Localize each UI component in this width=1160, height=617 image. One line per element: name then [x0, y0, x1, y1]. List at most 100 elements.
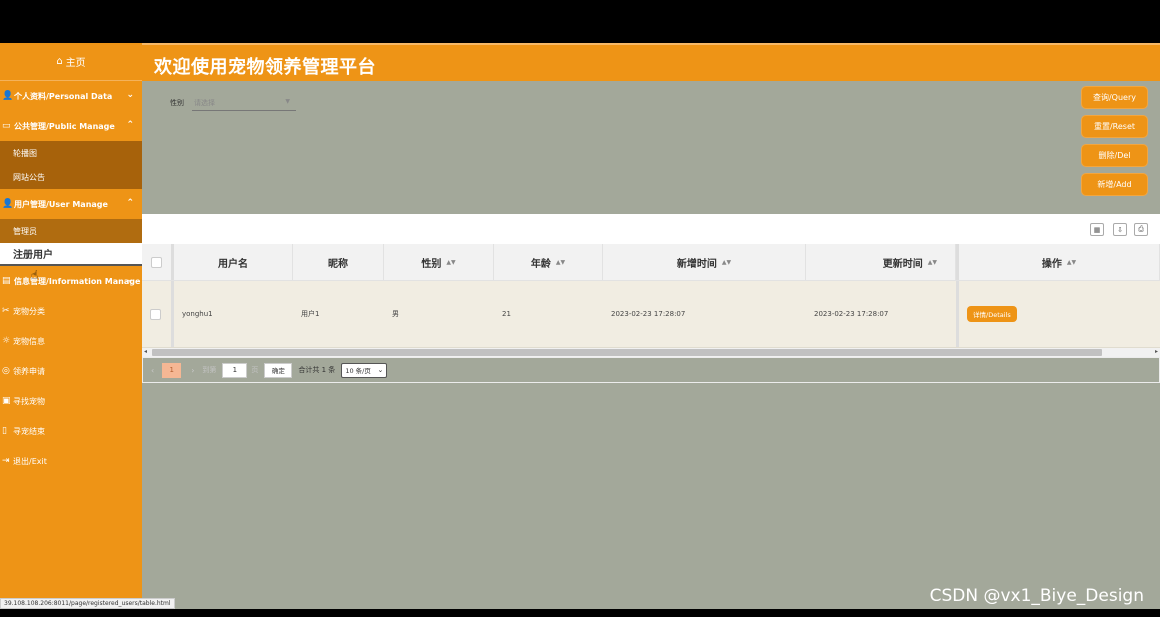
- exit-icon: ⇥: [2, 456, 10, 466]
- columns-icon[interactable]: ▦: [1090, 223, 1104, 236]
- cell-gender: 男: [392, 310, 399, 318]
- query-button[interactable]: 查询/Query: [1081, 86, 1148, 109]
- goto-confirm-button[interactable]: 确定: [264, 362, 293, 378]
- gender-filter: 性别 请选择 ▼: [170, 95, 296, 111]
- sort-icon: ▲▼: [446, 258, 456, 266]
- status-url: 39.108.108.206:8011/page/registered_user…: [0, 598, 175, 609]
- col-age[interactable]: 年龄 ▲▼: [494, 244, 603, 280]
- gender-filter-label: 性别: [170, 99, 184, 107]
- heart-icon: ◎: [2, 366, 10, 376]
- menu-find-pet[interactable]: ▣ 寻找宠物: [0, 386, 142, 416]
- submenu-announcements[interactable]: 网站公告: [0, 165, 142, 189]
- page-number-current[interactable]: 1: [162, 362, 182, 378]
- menu-public-manage[interactable]: ▭ 公共管理/Public Manage ⌃: [0, 111, 142, 141]
- menu-public-manage-label: 公共管理/Public Manage: [14, 121, 115, 131]
- submenu-admins[interactable]: 管理员: [0, 219, 142, 243]
- cell-updated: 2023-02-23 17:28:07: [814, 310, 889, 318]
- goto-label: 到第: [202, 366, 217, 374]
- col-username: 用户名: [174, 244, 293, 280]
- home-icon: ⌂: [56, 56, 63, 67]
- table-toolbar: ▦ ⇩ ⎙: [142, 214, 1160, 244]
- screen-icon: ▭: [2, 121, 11, 131]
- submenu-registered-users[interactable]: 注册用户: [0, 243, 142, 266]
- menu-personal-data-label: 个人资料/Personal Data: [14, 91, 113, 101]
- details-button[interactable]: 详情/Details: [967, 306, 1017, 322]
- tag-icon: ✂: [2, 306, 10, 316]
- gender-select[interactable]: 请选择 ▼: [192, 95, 296, 111]
- menu-information-manage[interactable]: ▤ 信息管理/Information Manage ⌄: [0, 266, 142, 296]
- menu-adoption-apply[interactable]: ◎ 领养申请: [0, 356, 142, 386]
- delete-button[interactable]: 删除/Del: [1081, 144, 1148, 167]
- pagination: ‹ 1 › 到第 1 页 确定 合计共 1 条 10 条/页 ⌄: [142, 357, 1160, 383]
- menu-search-ended-label: 寻宠结束: [13, 426, 45, 436]
- horizontal-scrollbar[interactable]: ◂ ▸: [142, 348, 1160, 357]
- goto-page-input[interactable]: 1: [222, 362, 248, 378]
- mouse-pointer-icon: ☝: [31, 268, 39, 282]
- gender-select-placeholder: 请选择: [194, 98, 215, 107]
- menu-pet-info[interactable]: ☼ 宠物信息: [0, 326, 142, 356]
- home-link[interactable]: ⌂ 主页: [0, 43, 142, 81]
- cell-age: 21: [502, 310, 511, 318]
- print-icon[interactable]: ⎙: [1134, 223, 1148, 236]
- chevron-up-icon: ⌃: [126, 198, 134, 208]
- user-submenu: 管理员 注册用户: [0, 219, 142, 266]
- scroll-left-icon[interactable]: ◂: [144, 348, 147, 355]
- main-content: 性别 请选择 ▼ 查询/Query 重置/Reset 删除/Del 新增/Add…: [142, 81, 1160, 609]
- col-created[interactable]: 新增时间 ▲▼: [603, 244, 806, 280]
- col-gender[interactable]: 性别 ▲▼: [384, 244, 494, 280]
- chevron-down-icon: ⌄: [126, 90, 134, 100]
- row-select-cell: [142, 281, 174, 347]
- scrollbar-thumb[interactable]: [152, 349, 1102, 356]
- sort-icon: ▲▼: [555, 258, 566, 266]
- cell-actions: 详情/Details: [956, 281, 1160, 347]
- sort-icon: ▲▼: [927, 258, 937, 266]
- document-icon: ▤: [2, 276, 11, 286]
- cell-created: 2023-02-23 17:28:07: [611, 310, 686, 318]
- scroll-right-icon[interactable]: ▸: [1155, 348, 1158, 355]
- menu-user-manage-label: 用户管理/User Manage: [14, 199, 108, 209]
- table-header: 用户名 昵称 性别 ▲▼ 年龄 ▲▼ 新增时间 ▲▼ 更新时间 ▲▼ 操作 ▲▼: [142, 244, 1160, 281]
- export-icon[interactable]: ⇩: [1113, 223, 1127, 236]
- menu-find-pet-label: 寻找宠物: [13, 396, 45, 406]
- menu-pet-category-label: 宠物分类: [13, 306, 45, 316]
- top-header: 欢迎使用宠物领养管理平台: [142, 43, 1160, 81]
- user-icon: 👤: [2, 199, 14, 209]
- public-submenu: 轮播图 网站公告: [0, 141, 142, 189]
- page-title: 欢迎使用宠物领养管理平台: [154, 57, 376, 78]
- col-nickname: 昵称: [293, 244, 384, 280]
- search-icon: ▣: [2, 396, 11, 406]
- menu-user-manage[interactable]: 👤 用户管理/User Manage ⌃: [0, 189, 142, 219]
- add-button[interactable]: 新增/Add: [1081, 173, 1148, 196]
- total-count: 合计共 1 条: [298, 366, 336, 374]
- col-updated[interactable]: 更新时间 ▲▼: [806, 244, 956, 280]
- next-page-icon[interactable]: ›: [191, 366, 194, 375]
- menu-pet-category[interactable]: ✂ 宠物分类: [0, 296, 142, 326]
- user-icon: 👤: [2, 91, 14, 101]
- menu-adoption-apply-label: 领养申请: [13, 366, 45, 376]
- menu-pet-info-label: 宠物信息: [13, 336, 45, 346]
- screen: ⌂ 主页 👤 个人资料/Personal Data ⌄ ▭ 公共管理/Publi…: [0, 0, 1160, 617]
- row-checkbox[interactable]: [150, 308, 161, 320]
- menu-exit-label: 退出/Exit: [13, 456, 47, 466]
- menu-search-ended[interactable]: ▯ 寻宠结束: [0, 416, 142, 446]
- watermark: CSDN @vx1_Biye_Design: [929, 586, 1144, 606]
- menu-personal-data[interactable]: 👤 个人资料/Personal Data ⌄: [0, 81, 142, 111]
- cell-nickname: 用户1: [301, 310, 320, 318]
- chevron-up-icon: ⌃: [126, 120, 134, 130]
- page-size-value: 10 条/页: [345, 367, 371, 375]
- page-size-select[interactable]: 10 条/页 ⌄: [341, 362, 388, 378]
- col-actions[interactable]: 操作 ▲▼: [956, 244, 1160, 280]
- home-label: 主页: [65, 58, 86, 69]
- submenu-carousel[interactable]: 轮播图: [0, 141, 142, 165]
- sort-icon: ▲▼: [721, 258, 732, 266]
- chevron-down-icon: ⌄: [126, 275, 134, 285]
- select-all-checkbox[interactable]: [151, 256, 162, 268]
- page-suffix: 页: [251, 366, 259, 374]
- prev-page-icon[interactable]: ‹: [151, 366, 154, 375]
- menu-exit[interactable]: ⇥ 退出/Exit: [0, 446, 142, 476]
- action-buttons: 查询/Query 重置/Reset 删除/Del 新增/Add: [1081, 86, 1148, 202]
- table-row[interactable]: yonghu1 用户1 男 21 2023-02-23 17:28:07 202…: [142, 281, 1160, 348]
- reset-button[interactable]: 重置/Reset: [1081, 115, 1148, 138]
- sidebar: ⌂ 主页 👤 个人资料/Personal Data ⌄ ▭ 公共管理/Publi…: [0, 43, 142, 609]
- cell-username: yonghu1: [182, 310, 213, 318]
